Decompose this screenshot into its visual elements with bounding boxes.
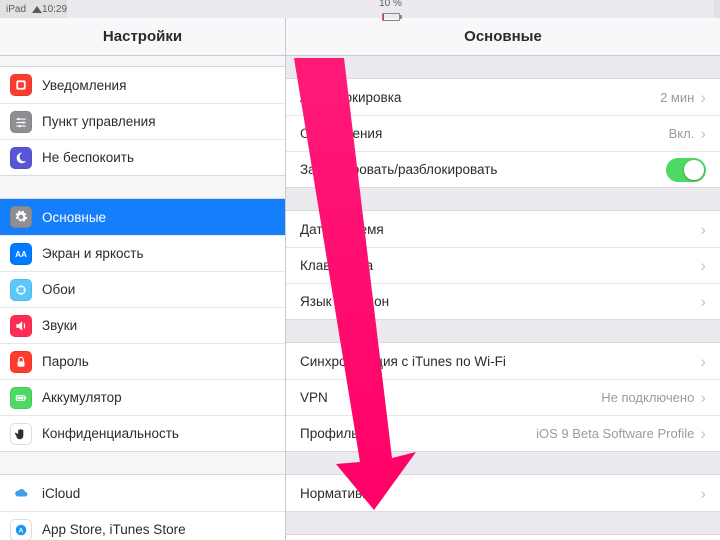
status-time: 10:29 bbox=[42, 4, 67, 15]
settings-row-value: Вкл. bbox=[669, 126, 695, 141]
gear-icon bbox=[10, 206, 32, 228]
battery-icon bbox=[10, 387, 32, 409]
svg-text:AA: AA bbox=[15, 249, 27, 258]
settings-row[interactable]: Заблокировать/разблокировать bbox=[286, 151, 720, 187]
sidebar-item-cloud[interactable]: iCloud bbox=[0, 475, 285, 511]
detail-title: Основные bbox=[286, 18, 720, 56]
sounds-icon bbox=[10, 315, 32, 337]
sidebar-item-store[interactable]: A App Store, iTunes Store bbox=[0, 511, 285, 540]
sidebar-item-display[interactable]: AA Экран и яркость bbox=[0, 235, 285, 271]
settings-row-label: Синхронизация с iTunes по Wi-Fi bbox=[300, 354, 700, 369]
chevron-right-icon: › bbox=[700, 425, 706, 442]
wifi-icon bbox=[32, 6, 42, 13]
sidebar-item-label: Обои bbox=[42, 282, 273, 297]
settings-row[interactable]: Дата и время› bbox=[286, 211, 720, 247]
settings-row[interactable]: VPNНе подключено › bbox=[286, 379, 720, 415]
sidebar-item-label: Уведомления bbox=[42, 78, 273, 93]
sidebar-item-label: Пароль bbox=[42, 354, 273, 369]
notifications-icon bbox=[10, 74, 32, 96]
wallpaper-icon bbox=[10, 279, 32, 301]
sidebar-item-wallpaper[interactable]: Обои bbox=[0, 271, 285, 307]
settings-row-label: Ограничения bbox=[300, 126, 669, 141]
sidebar-item-label: Не беспокоить bbox=[42, 150, 273, 165]
sidebar-item-hand[interactable]: Конфиденциальность bbox=[0, 415, 285, 451]
chevron-right-icon: › bbox=[700, 353, 706, 370]
settings-row-label: Профиль bbox=[300, 426, 536, 441]
device-name: iPad bbox=[6, 4, 26, 15]
settings-row-label: Заблокировать/разблокировать bbox=[300, 162, 666, 177]
chevron-right-icon: › bbox=[700, 125, 706, 142]
sidebar-item-gear[interactable]: Основные bbox=[0, 199, 285, 235]
status-bar: iPad 10:29 ⊕ 10 % ⚡︎ bbox=[0, 0, 720, 18]
sidebar-item-label: Основные bbox=[42, 210, 273, 225]
sidebar-item-label: Аккумулятор bbox=[42, 390, 273, 405]
chevron-right-icon: › bbox=[700, 89, 706, 106]
sidebar-item-notifications[interactable]: Уведомления bbox=[0, 67, 285, 103]
settings-row-label: Клавиатура bbox=[300, 258, 700, 273]
chevron-right-icon: › bbox=[700, 257, 706, 274]
moon-icon bbox=[10, 147, 32, 169]
battery-icon bbox=[382, 13, 400, 21]
settings-row[interactable]: Синхронизация с iTunes по Wi-Fi› bbox=[286, 343, 720, 379]
settings-row[interactable]: Язык и регион› bbox=[286, 283, 720, 319]
sidebar-item-label: App Store, iTunes Store bbox=[42, 522, 273, 537]
toggle-switch[interactable] bbox=[666, 158, 706, 182]
sidebar-item-label: Звуки bbox=[42, 318, 273, 333]
chevron-right-icon: › bbox=[700, 221, 706, 238]
cloud-icon bbox=[10, 482, 32, 504]
settings-row[interactable]: Нормативы› bbox=[286, 475, 720, 511]
settings-row-label: Автоблокировка bbox=[300, 90, 660, 105]
battery-pct: 10 % bbox=[379, 0, 402, 9]
settings-row[interactable]: Сброс› bbox=[286, 535, 720, 540]
chevron-right-icon: › bbox=[700, 293, 706, 310]
hand-icon bbox=[10, 423, 32, 445]
settings-row-label: VPN bbox=[300, 390, 601, 405]
chevron-right-icon: › bbox=[700, 389, 706, 406]
settings-row-label: Нормативы bbox=[300, 486, 700, 501]
svg-text:A: A bbox=[19, 527, 24, 534]
detail-pane: Основные Автоблокировка2 мин›Ограничения… bbox=[286, 18, 720, 540]
settings-row-value: iOS 9 Beta Software Profile bbox=[536, 426, 694, 441]
sidebar-item-label: Конфиденциальность bbox=[42, 426, 273, 441]
settings-row-label: Дата и время bbox=[300, 222, 700, 237]
settings-row-value: 2 мин bbox=[660, 90, 694, 105]
settings-row[interactable]: Автоблокировка2 мин › bbox=[286, 79, 720, 115]
chevron-right-icon: › bbox=[700, 485, 706, 502]
settings-row[interactable]: ОграниченияВкл. › bbox=[286, 115, 720, 151]
sidebar-item-label: iCloud bbox=[42, 486, 273, 501]
lock-icon bbox=[10, 351, 32, 373]
sidebar-item-sounds[interactable]: Звуки bbox=[0, 307, 285, 343]
sidebar-item-moon[interactable]: Не беспокоить bbox=[0, 139, 285, 175]
sidebar-item-label: Экран и яркость bbox=[42, 246, 273, 261]
sidebar: Настройки Уведомления Пункт управления Не … bbox=[0, 18, 286, 540]
settings-row-label: Язык и регион bbox=[300, 294, 700, 309]
store-icon: A bbox=[10, 519, 32, 540]
sidebar-title: Настройки bbox=[0, 18, 285, 56]
sidebar-item-label: Пункт управления bbox=[42, 114, 273, 129]
settings-row[interactable]: ПрофильiOS 9 Beta Software Profile › bbox=[286, 415, 720, 451]
display-icon: AA bbox=[10, 243, 32, 265]
sidebar-item-battery[interactable]: Аккумулятор bbox=[0, 379, 285, 415]
control-center-icon bbox=[10, 111, 32, 133]
sidebar-item-control-center[interactable]: Пункт управления bbox=[0, 103, 285, 139]
settings-row-value: Не подключено bbox=[601, 390, 694, 405]
sidebar-item-lock[interactable]: Пароль bbox=[0, 343, 285, 379]
settings-row[interactable]: Клавиатура› bbox=[286, 247, 720, 283]
